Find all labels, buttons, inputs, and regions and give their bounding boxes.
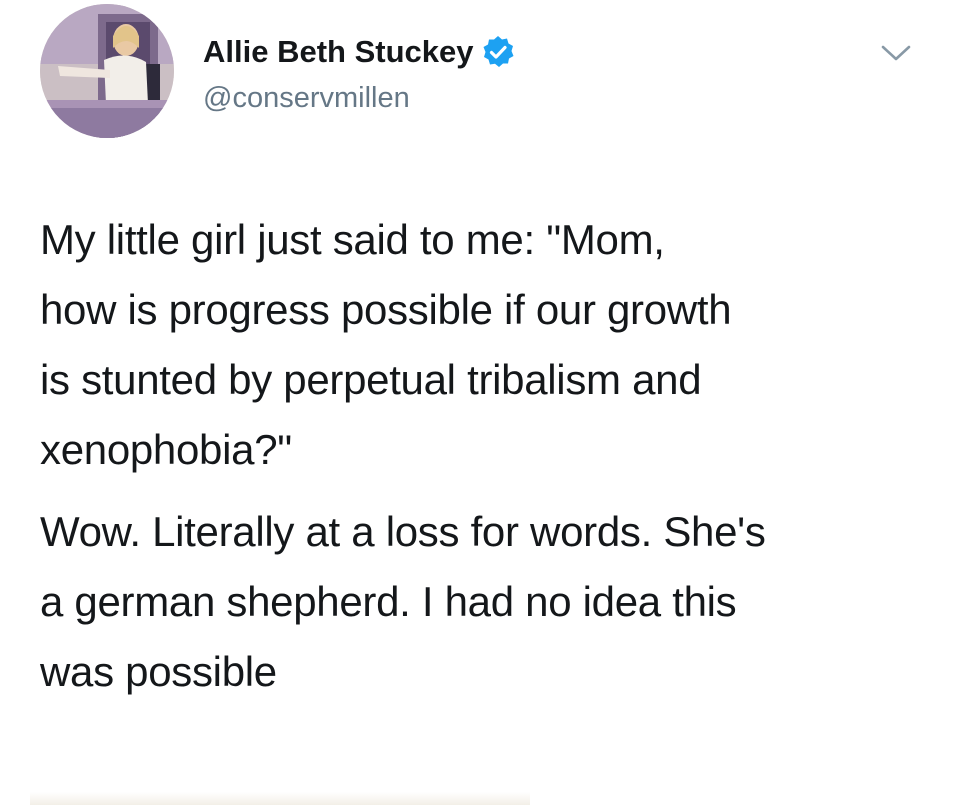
- avatar[interactable]: [40, 4, 174, 138]
- tweet-paragraph: Wow. Literally at a loss for words. She'…: [40, 508, 766, 695]
- tweet-text: My little girl just said to me: "Mom, ho…: [40, 205, 930, 707]
- tweet-paragraph: My little girl just said to me: "Mom, ho…: [40, 216, 732, 473]
- profile-photo: [40, 4, 174, 138]
- chevron-down-icon[interactable]: [878, 40, 914, 66]
- author-name-row: Allie Beth Stuckey: [203, 32, 515, 72]
- author-handle[interactable]: @conservmillen: [203, 82, 410, 115]
- author-display-name[interactable]: Allie Beth Stuckey: [203, 34, 473, 70]
- verified-badge-icon: [481, 35, 515, 69]
- bottom-divider: [30, 792, 530, 805]
- tweet-header: Allie Beth Stuckey @conservmillen: [40, 4, 930, 144]
- tweet-card: Allie Beth Stuckey @conservmillen My lit…: [0, 0, 960, 805]
